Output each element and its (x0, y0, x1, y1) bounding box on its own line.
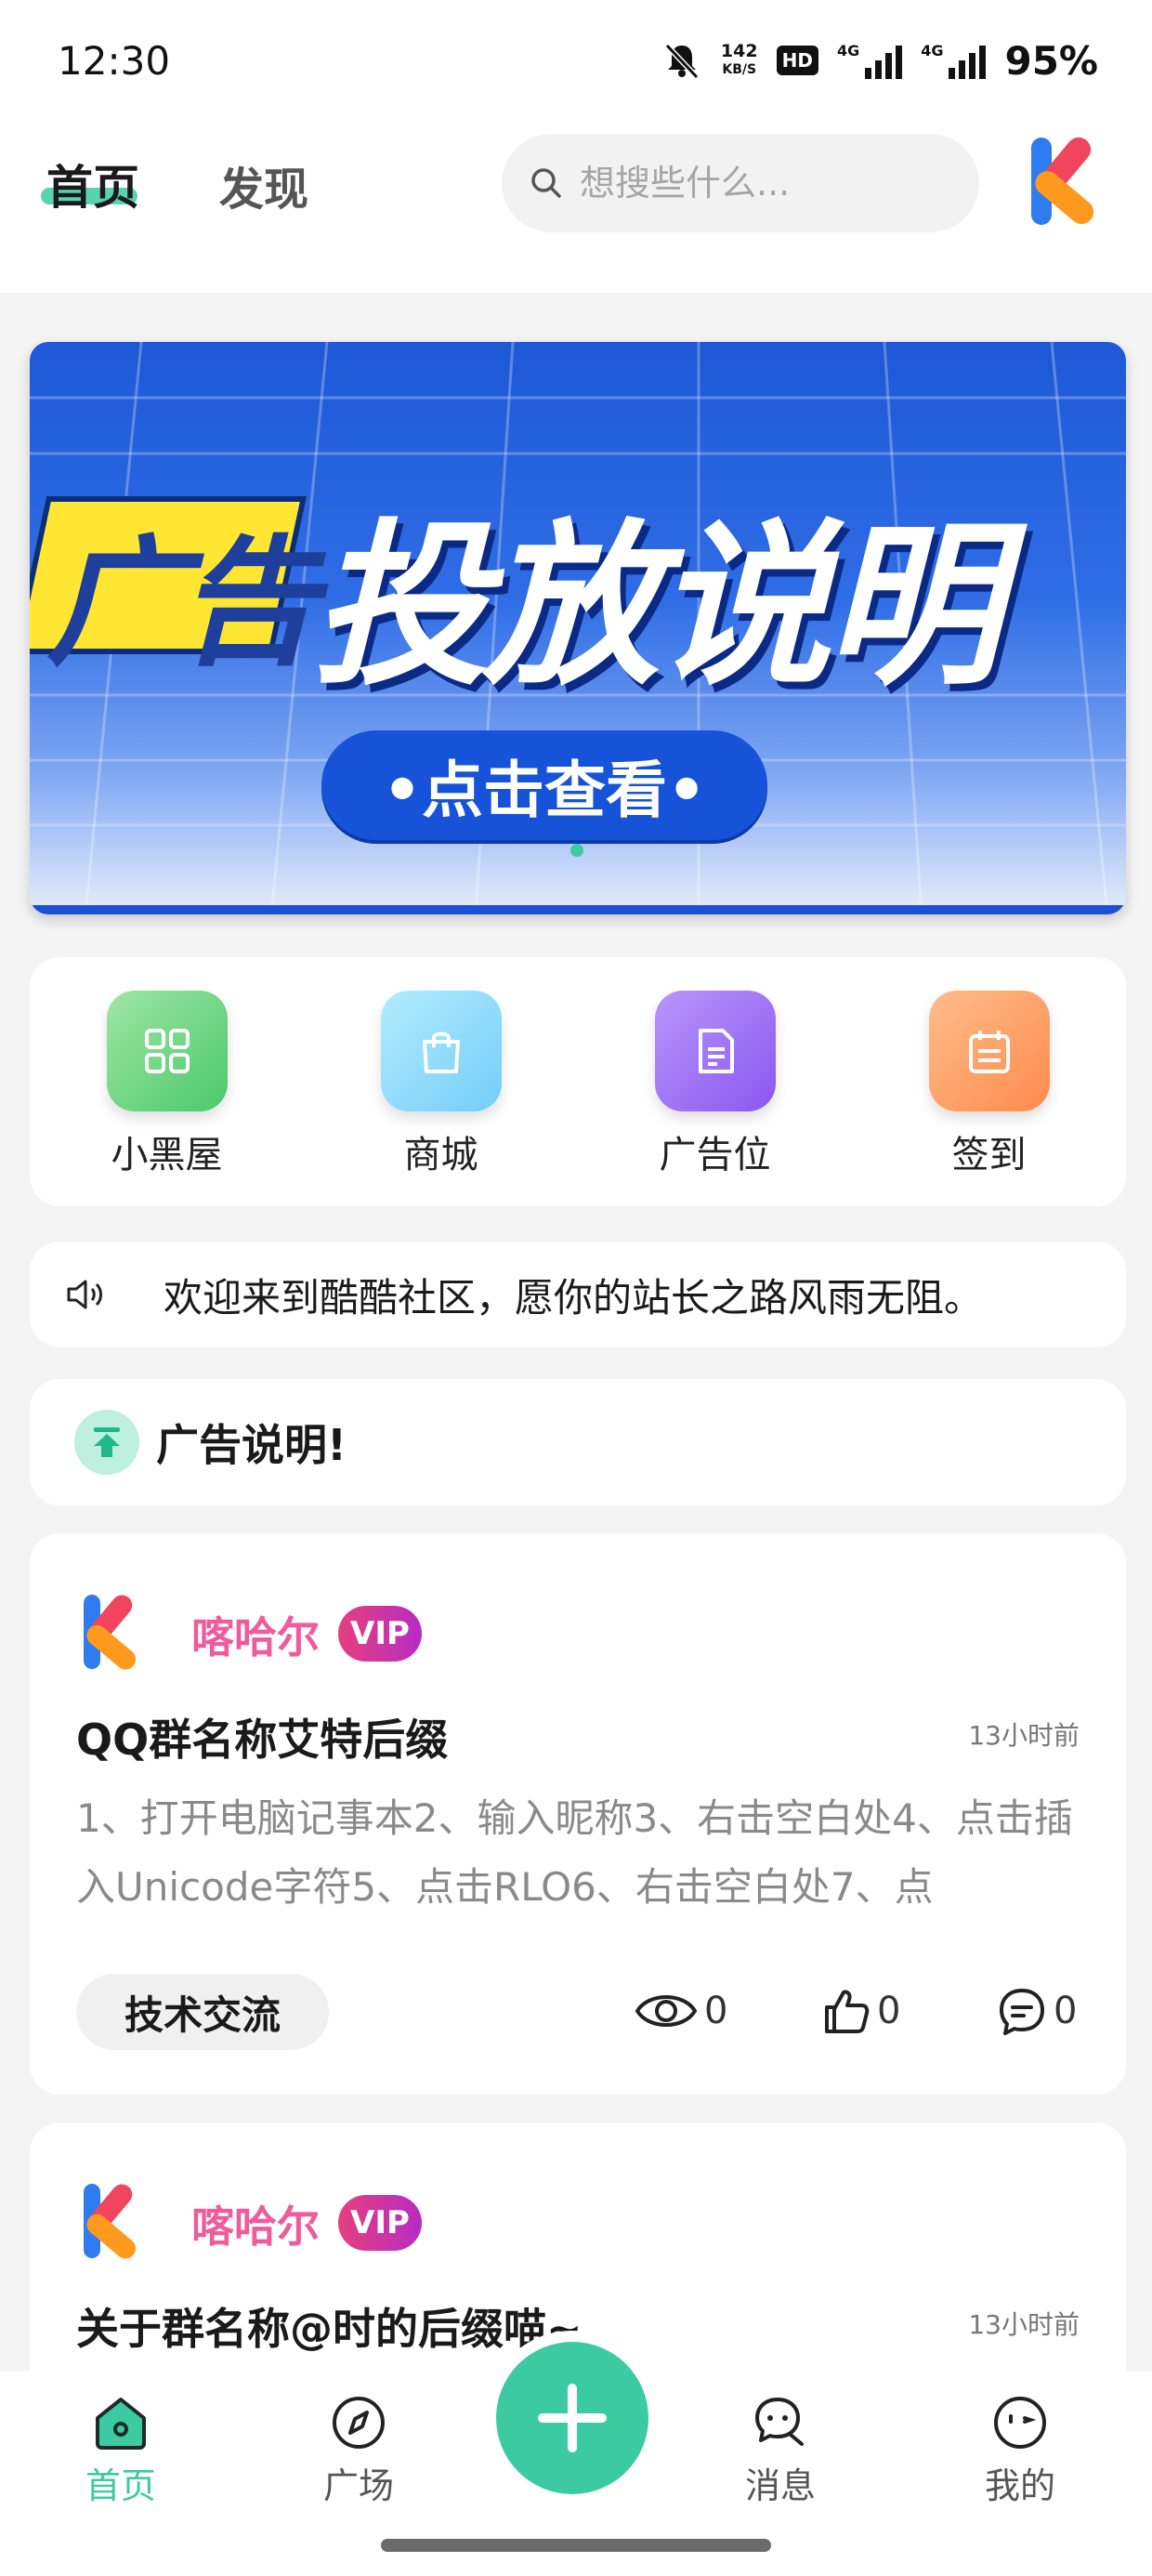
status-icons: 142 KB/S HD 4G 4G 95% (661, 38, 1098, 84)
app-logo-icon[interactable] (1020, 130, 1113, 232)
home-indicator[interactable] (381, 2539, 771, 2552)
status-time: 12:30 (58, 37, 171, 84)
thumbs-up-icon (825, 1990, 870, 2033)
post-time: 13小时前 (968, 1720, 1080, 1751)
menu-label: 商城 (403, 1134, 478, 1176)
post-title[interactable]: QQ群名称艾特后缀 (76, 1706, 448, 1768)
post-title[interactable]: 关于群名称@时的后缀喵~ (76, 2295, 583, 2357)
menu-item-shop[interactable]: 商城 (339, 991, 543, 1206)
chat-bubbles-icon (755, 2398, 804, 2446)
tab-bar-messages[interactable]: 消息 (706, 2392, 855, 2508)
notice-text: 欢迎来到酷酷社区，愿你的站长之路风雨无阻。 (164, 1274, 984, 1321)
shopping-bag-icon (380, 991, 502, 1111)
network-speed: 142 KB/S (720, 41, 758, 77)
post-tag[interactable]: 技术交流 (76, 1974, 329, 2050)
home-icon (96, 2398, 146, 2450)
speaker-icon (67, 1280, 102, 1309)
plus-icon (538, 2384, 607, 2452)
author-name[interactable]: 喀哈尔 (191, 2193, 320, 2254)
battery-level: 95% (1004, 37, 1098, 84)
author-avatar[interactable] (76, 2180, 151, 2264)
grid-icon (106, 991, 228, 1111)
author-avatar[interactable] (76, 1591, 151, 1675)
banner-view-button[interactable]: •点击查看• (321, 730, 767, 840)
notice-bar[interactable]: 欢迎来到酷酷社区，愿你的站长之路风雨无阻。 (30, 1242, 1126, 1347)
banner-title: 投放说明 (312, 504, 1001, 709)
carousel-indicator[interactable] (570, 844, 583, 857)
ad-banner[interactable]: 广告 投放说明 •点击查看• (30, 342, 1126, 914)
vip-badge: VIP (338, 2195, 422, 2251)
menu-item-blackroom[interactable]: 小黑屋 (65, 991, 269, 1206)
eye-icon (635, 1995, 698, 2027)
tab-bar-mine[interactable]: 我的 (946, 2392, 1094, 2508)
vip-badge: VIP (338, 1606, 422, 1662)
mute-bell-icon (664, 43, 700, 80)
search-bar[interactable] (502, 134, 979, 232)
tab-bar-plaza[interactable]: 广场 (284, 2392, 433, 2508)
menu-label: 广告位 (659, 1134, 771, 1176)
tab-discover[interactable]: 发现 (219, 152, 308, 217)
quick-menu: 小黑屋 商城 广告位 签到 (30, 957, 1126, 1206)
search-input[interactable] (580, 163, 951, 204)
ad-note-bar[interactable]: 广告说明! (30, 1379, 1126, 1505)
tab-home[interactable]: 首页 (46, 151, 139, 217)
create-post-button[interactable] (496, 2342, 648, 2494)
post-time: 13小时前 (968, 2309, 1080, 2340)
pin-top-icon (74, 1410, 139, 1475)
banner-yellow-text: 广告 (46, 523, 318, 685)
search-icon (531, 168, 561, 198)
compass-icon (333, 2397, 385, 2449)
menu-label: 签到 (951, 1134, 1027, 1176)
post-excerpt: 1、打开电脑记事本2、输入昵称3、右击空白处4、点击插入Unicode字符5、点… (76, 1795, 1073, 1910)
calendar-icon (928, 991, 1050, 1111)
banner-bottom-stripe (30, 905, 1126, 914)
ad-note-text: 广告说明! (156, 1420, 347, 1470)
author-name[interactable]: 喀哈尔 (191, 1604, 320, 1665)
hd-badge: HD (776, 46, 818, 75)
menu-label: 小黑屋 (111, 1134, 223, 1176)
tab-bar-home[interactable]: 首页 (46, 2392, 195, 2508)
top-header: 首页 发现 (0, 121, 1152, 293)
status-bar: 12:30 142 KB/S HD 4G 4G 95% (0, 0, 1152, 121)
post-card[interactable]: 喀哈尔 VIP QQ群名称艾特后缀 13小时前 1、打开电脑记事本2、输入昵称3… (30, 1533, 1126, 2095)
signal-2-icon: 4G (921, 42, 987, 79)
view-count[interactable]: 0 (634, 1985, 727, 2037)
signal-1-icon: 4G (837, 42, 903, 79)
smiley-face-icon (994, 2397, 1046, 2449)
menu-item-checkin[interactable]: 签到 (887, 991, 1092, 1206)
like-count[interactable]: 0 (819, 1985, 900, 2037)
comment-count[interactable]: 0 (996, 1985, 1077, 2037)
document-icon (654, 991, 776, 1111)
comment-icon (1000, 1989, 1044, 2035)
menu-item-adspot[interactable]: 广告位 (613, 991, 818, 1206)
